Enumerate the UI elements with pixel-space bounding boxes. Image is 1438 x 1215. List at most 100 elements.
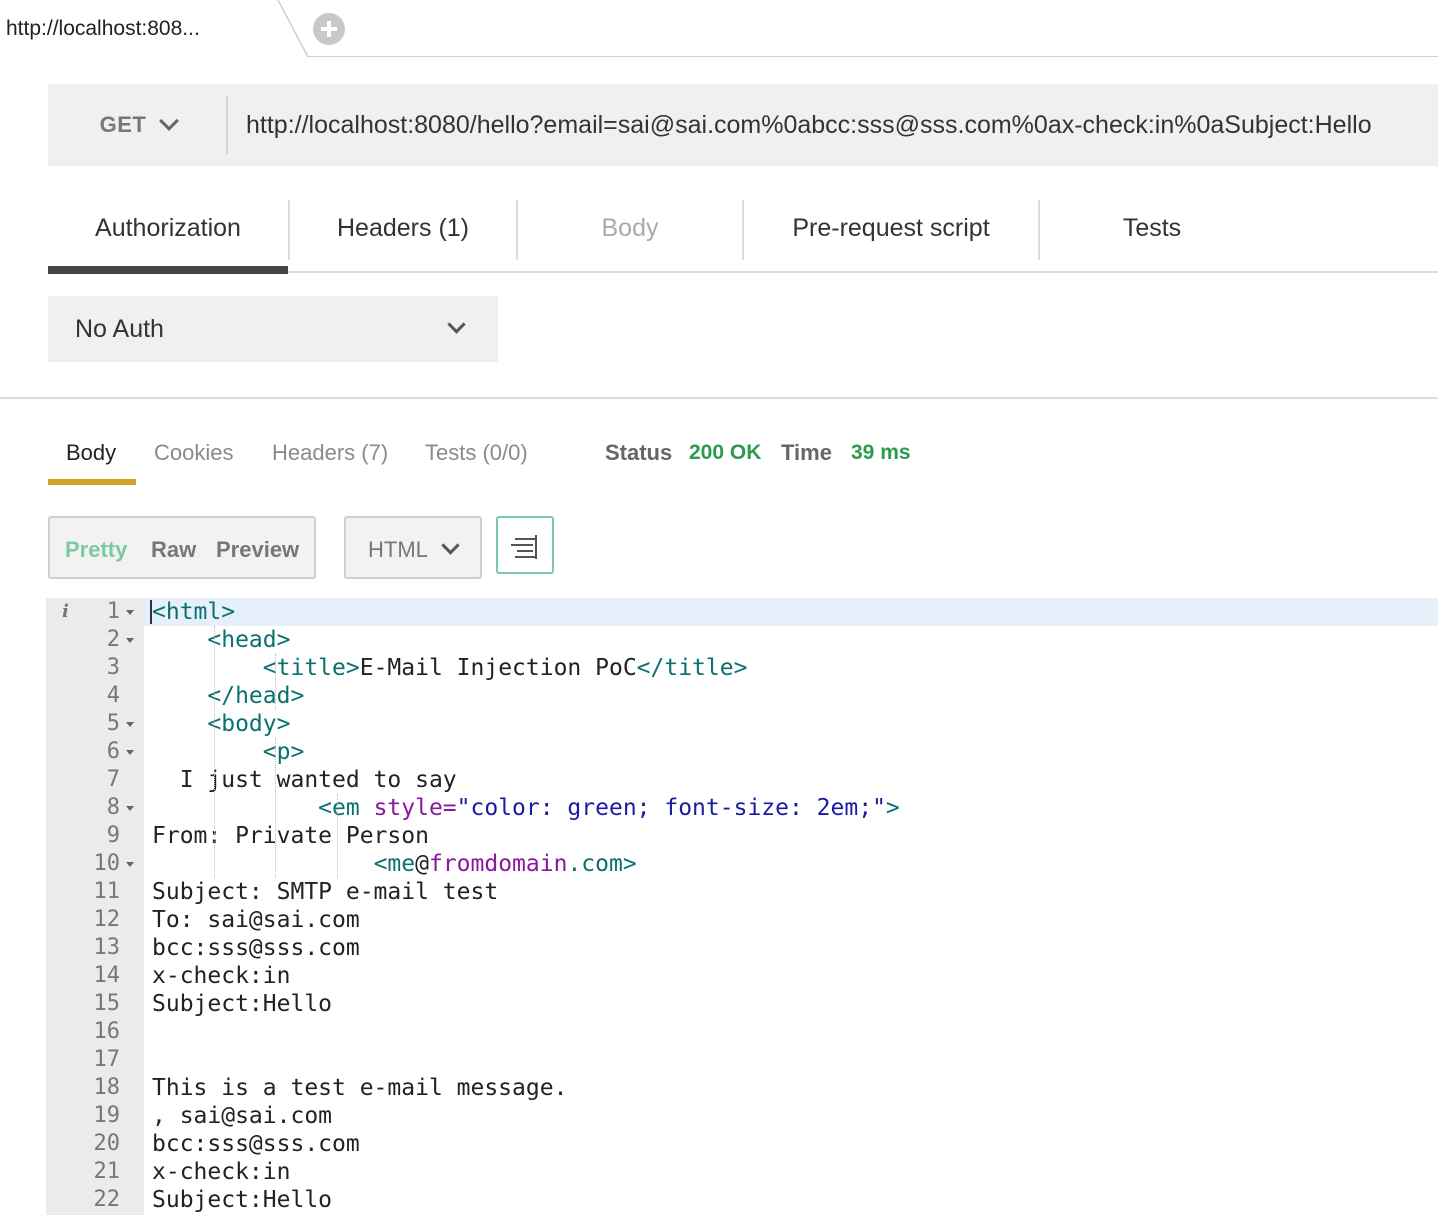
code-line: 2 <head> (46, 626, 1438, 654)
code-line: 16 (46, 1018, 1438, 1046)
code-line: 15 Subject:Hello (46, 990, 1438, 1018)
request-tab-title: http://localhost:808... (6, 17, 200, 40)
code-text: <head> (207, 627, 291, 653)
code-line: 21 x-check:in (46, 1158, 1438, 1186)
code-line: 22 Subject:Hello (46, 1186, 1438, 1214)
code-text: </head> (207, 683, 305, 709)
code-line: 9 From: Private Person (46, 822, 1438, 850)
response-tab-tests[interactable]: Tests (0/0) (425, 440, 528, 466)
code-text: I just wanted to say (152, 767, 457, 793)
line-number: 1 (106, 599, 120, 624)
response-active-indicator (48, 479, 136, 485)
code-line: 12 To: sai@sai.com (46, 906, 1438, 934)
indent-guide (213, 626, 215, 878)
line-number: 11 (93, 879, 121, 904)
plus-circle-icon[interactable] (313, 13, 345, 45)
language-select[interactable]: HTML (344, 516, 482, 579)
code-text: From: Private Person (152, 823, 429, 849)
url-bar: GET http://localhost:8080/hello?email=sa… (48, 84, 1438, 166)
code-text: <p> (262, 739, 305, 765)
chevron-down-icon (159, 111, 180, 131)
url-separator (226, 96, 228, 154)
gutter-cell (46, 822, 144, 850)
line-number: 19 (93, 1103, 121, 1128)
code-line: 4 </head> (46, 682, 1438, 710)
line-number: 3 (106, 655, 120, 680)
request-tabs: Authorization Headers (1) Body Pre-reque… (48, 196, 1438, 274)
tab-headers[interactable]: Headers (1) (290, 196, 516, 260)
code-line: 3 <title>E-Mail Injection PoC</title> (46, 654, 1438, 682)
code-line: 17 (46, 1046, 1438, 1074)
request-tab[interactable]: http://localhost:808... (0, 0, 310, 58)
pretty-button[interactable]: Pretty (65, 518, 127, 581)
code-text: Subject:Hello (152, 991, 333, 1017)
gutter-cell (46, 766, 144, 794)
wrap-lines-icon[interactable] (496, 516, 554, 574)
code-text: bcc:sss@sss.com (152, 935, 360, 961)
auth-type-select[interactable]: No Auth (48, 296, 498, 362)
chevron-down-icon (447, 315, 466, 334)
fold-arrow-icon[interactable] (126, 722, 134, 727)
line-number: 6 (106, 739, 120, 764)
code-line: 6 <p> (46, 738, 1438, 766)
response-body-editor[interactable]: i 1 <html> 2 <head> 3 <title>E-Mail Injectio… (46, 598, 1438, 1215)
tab-body[interactable]: Body (518, 196, 742, 260)
code-text: bcc:sss@sss.com (152, 1131, 360, 1157)
line-number: 2 (106, 627, 120, 652)
line-number: 5 (106, 711, 120, 736)
code-text: <body> (207, 711, 291, 737)
code-text: <html> (152, 599, 236, 625)
code-line: i 1 <html> (46, 598, 1438, 626)
code-text: , sai@sai.com (152, 1103, 333, 1129)
line-number: 10 (93, 851, 121, 876)
code-line: 5 <body> (46, 710, 1438, 738)
line-number: 8 (106, 795, 120, 820)
method-label: GET (99, 112, 147, 137)
line-number: 15 (93, 991, 121, 1016)
code-line: 14 x-check:in (46, 962, 1438, 990)
line-number: 21 (93, 1159, 121, 1184)
code-line: 13 bcc:sss@sss.com (46, 934, 1438, 962)
status-value: 200 OK (689, 441, 762, 464)
fold-arrow-icon[interactable] (126, 806, 134, 811)
raw-button[interactable]: Raw (151, 518, 196, 581)
time-value: 39 ms (851, 441, 911, 464)
line-number: 13 (93, 935, 121, 960)
indent-guide (275, 654, 277, 710)
tab-pre-request-script[interactable]: Pre-request script (744, 196, 1038, 260)
fold-arrow-icon[interactable] (126, 638, 134, 643)
response-tab-headers[interactable]: Headers (7) (272, 440, 388, 466)
indent-guide (336, 794, 338, 878)
chevron-down-icon (441, 536, 460, 555)
code-text: This is a test e-mail message. (152, 1075, 568, 1101)
code-line: 19 , sai@sai.com (46, 1102, 1438, 1130)
language-label: HTML (368, 537, 428, 562)
info-icon[interactable]: i (62, 598, 69, 626)
fold-arrow-icon[interactable] (126, 610, 134, 615)
code-text: <em style="color: green; font-size: 2em;… (318, 795, 900, 821)
code-line: 7 I just wanted to say (46, 766, 1438, 794)
tab-authorization[interactable]: Authorization (48, 196, 288, 260)
line-number: 20 (93, 1131, 121, 1156)
fold-arrow-icon[interactable] (126, 750, 134, 755)
fold-arrow-icon[interactable] (126, 862, 134, 867)
code-text: Subject:Hello (152, 1187, 333, 1213)
time-label: Time (781, 440, 832, 465)
tab-bar: http://localhost:808... (0, 0, 1438, 58)
url-input[interactable]: http://localhost:8080/hello?email=sai@sa… (246, 84, 1372, 166)
method-select[interactable]: GET (48, 84, 228, 166)
response-tab-body[interactable]: Body (66, 440, 116, 466)
code-text: x-check:in (152, 1159, 291, 1185)
preview-button[interactable]: Preview (216, 518, 299, 581)
tab-tests[interactable]: Tests (1040, 196, 1264, 260)
line-number: 18 (93, 1075, 121, 1100)
line-number: 22 (93, 1187, 121, 1212)
response-tab-cookies[interactable]: Cookies (154, 440, 233, 466)
gutter-cell (46, 682, 144, 710)
auth-type-label: No Auth (75, 315, 164, 343)
line-number: 14 (93, 963, 121, 988)
code-text: Subject: SMTP e-mail test (152, 879, 499, 905)
code-line: 20 bcc:sss@sss.com (46, 1130, 1438, 1158)
indent-guide (275, 738, 277, 878)
line-number: 17 (93, 1047, 121, 1072)
